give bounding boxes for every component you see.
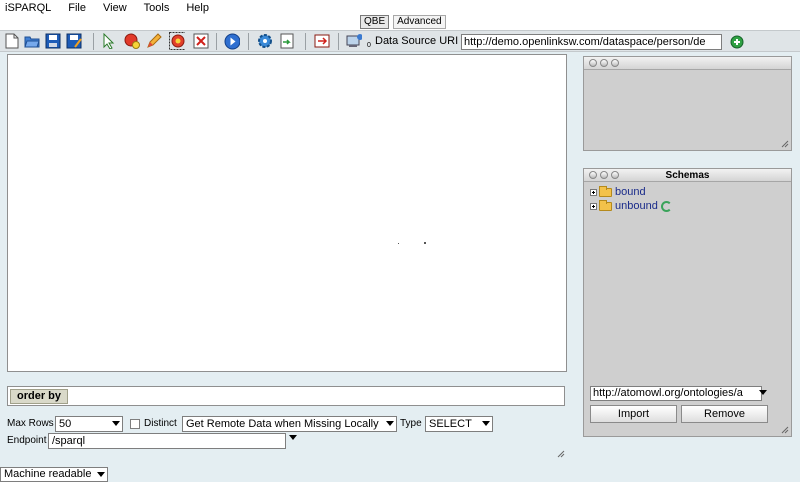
tab-qbe[interactable]: QBE [360, 15, 390, 29]
inspector-panel [583, 56, 792, 151]
schema-uri-input[interactable]: http://atomowl.org/ontologies/a [590, 386, 762, 401]
tab-advanced[interactable]: Advanced [393, 15, 446, 29]
canvas-marker [398, 243, 399, 244]
chevron-down-icon [386, 421, 394, 426]
output-format-select[interactable]: Machine readable [0, 467, 108, 482]
fetch-mode-value: Get Remote Data when Missing Locally [186, 418, 379, 430]
toolbar-separator [248, 33, 249, 50]
expand-icon[interactable] [590, 188, 597, 196]
network-icon[interactable] [346, 33, 362, 49]
import-icon[interactable] [279, 33, 295, 49]
pencil-icon[interactable] [146, 33, 162, 49]
toolbar-separator [305, 33, 306, 50]
remove-button[interactable]: Remove [681, 405, 768, 423]
max-rows-value: 50 [59, 418, 72, 430]
chevron-down-icon [112, 421, 120, 426]
chevron-down-icon[interactable] [759, 390, 767, 395]
folder-icon [599, 185, 612, 197]
menubar: iSPARQL File View Tools Help [0, 0, 800, 15]
toolbar-separator [338, 33, 339, 50]
distinct-checkbox[interactable] [130, 419, 140, 429]
delete-icon[interactable] [193, 33, 209, 49]
fetch-mode-select[interactable]: Get Remote Data when Missing Locally [182, 416, 397, 432]
settings-icon[interactable] [257, 33, 273, 49]
toolbar: 0 Data Source URI http://demo.openlinksw… [0, 30, 800, 52]
chevron-down-icon [289, 435, 297, 440]
minimize-window-icon[interactable] [600, 59, 608, 67]
orderby-button[interactable]: order by [10, 389, 69, 404]
query-type-select[interactable]: SELECT [425, 416, 493, 432]
toolbar-badge: 0 [367, 42, 371, 49]
endpoint-dropdown[interactable] [287, 435, 299, 445]
new-file-icon[interactable] [4, 33, 20, 49]
max-rows-label: Max Rows [7, 418, 54, 429]
schemas-panel: Schemas bound unbound http://atomowl.org… [583, 168, 792, 437]
workspace: order by Max Rows 50 Distinct Get Remote… [0, 52, 800, 482]
toolbar-separator [216, 33, 217, 50]
max-rows-select[interactable]: 50 [55, 416, 123, 432]
canvas-marker [424, 242, 426, 244]
mode-tabs: QBE Advanced [360, 15, 446, 29]
output-format-value: Machine readable [4, 468, 92, 480]
panel-titlebar: Schemas [584, 169, 791, 182]
menu-app[interactable]: iSPARQL [0, 2, 51, 14]
chevron-down-icon [97, 472, 105, 477]
query-canvas[interactable] [7, 54, 567, 372]
add-datasource-icon[interactable] [729, 34, 745, 50]
resize-grip-icon[interactable] [557, 450, 565, 458]
save-as-icon[interactable] [66, 33, 82, 49]
toolbar-separator [93, 33, 94, 50]
tree-item-bound[interactable]: bound [590, 185, 672, 199]
refresh-icon[interactable] [660, 200, 672, 212]
orderby-field[interactable]: order by [7, 386, 565, 406]
schemas-title: Schemas [665, 170, 710, 181]
play-icon[interactable] [224, 33, 240, 49]
menu-tools[interactable]: Tools [139, 2, 170, 14]
add-node-icon[interactable] [124, 33, 140, 49]
folder-icon [599, 199, 612, 211]
pointer-icon[interactable] [101, 33, 117, 49]
endpoint-label: Endpoint [7, 435, 47, 446]
datasource-uri-input[interactable]: http://demo.openlinksw.com/dataspace/per… [461, 34, 722, 50]
expand-icon[interactable] [590, 202, 597, 210]
save-icon[interactable] [45, 33, 61, 49]
datasource-label: Data Source URI [375, 35, 459, 47]
resize-grip-icon[interactable] [781, 140, 789, 148]
query-type-value: SELECT [429, 418, 472, 430]
menu-file[interactable]: File [63, 2, 86, 14]
distinct-label: Distinct [144, 418, 177, 429]
resize-grip-icon[interactable] [781, 426, 789, 434]
tree-item-label: unbound [615, 200, 658, 212]
gear-red-icon[interactable] [169, 32, 185, 50]
chevron-down-icon [482, 421, 490, 426]
open-folder-icon[interactable] [24, 33, 40, 49]
import-button[interactable]: Import [590, 405, 677, 423]
endpoint-input[interactable]: /sparql [48, 433, 286, 449]
tree-item-unbound[interactable]: unbound [590, 199, 672, 213]
export-icon[interactable] [314, 33, 330, 49]
menu-help[interactable]: Help [181, 2, 209, 14]
panel-titlebar [584, 57, 791, 70]
maximize-window-icon[interactable] [611, 59, 619, 67]
menu-view[interactable]: View [98, 2, 127, 14]
close-window-icon[interactable] [589, 59, 597, 67]
type-label: Type [400, 418, 422, 429]
tree-item-label: bound [615, 186, 646, 198]
schema-tree: bound unbound [590, 185, 672, 213]
